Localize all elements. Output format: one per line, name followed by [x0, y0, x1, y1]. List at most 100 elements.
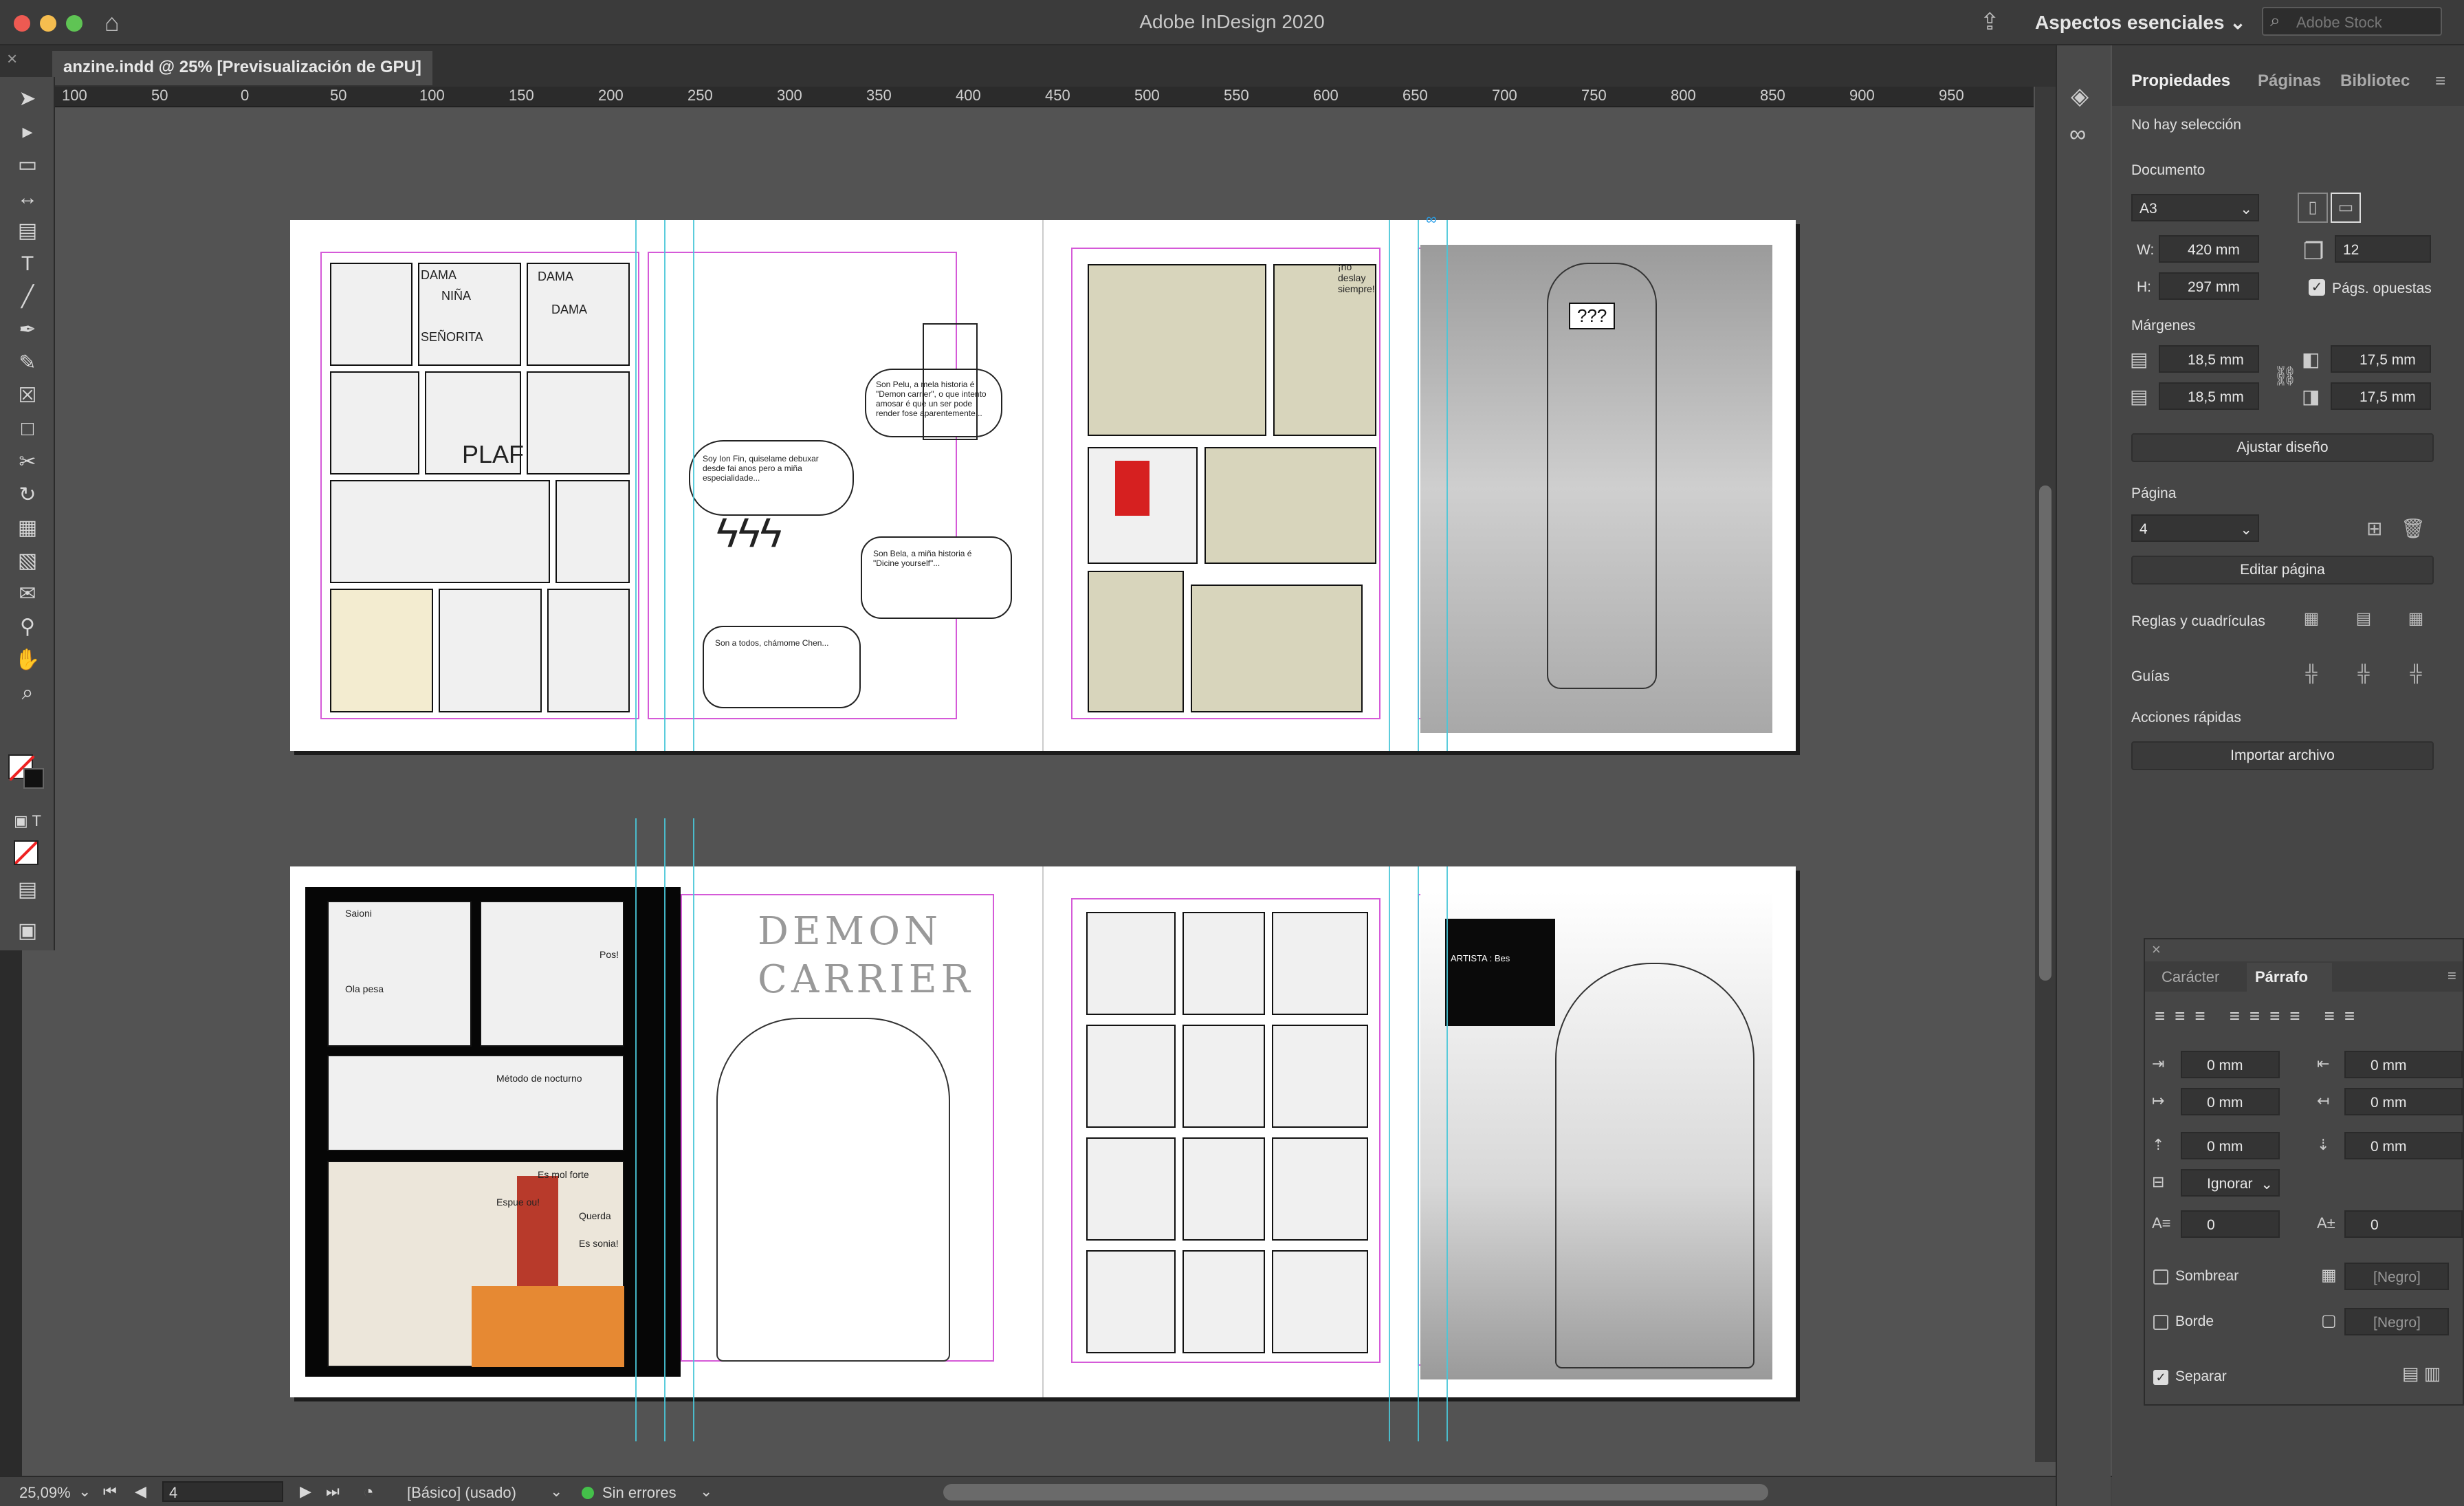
- smart-guides-icon[interactable]: ╬: [2401, 660, 2431, 690]
- document-tab[interactable]: anzine.indd @ 25% [Previsualización de G…: [52, 51, 432, 85]
- scroll-thumb[interactable]: [2039, 485, 2052, 981]
- baseline-grid-icon[interactable]: ▤: [2348, 605, 2379, 635]
- stroke-swatch-icon[interactable]: [23, 768, 44, 789]
- close-panel-icon[interactable]: ×: [2152, 941, 2161, 959]
- shading-swatch-icon[interactable]: ▦: [2321, 1265, 2337, 1285]
- scissors-tool-icon[interactable]: ✂: [7, 447, 48, 477]
- lock-guides-icon[interactable]: ╬: [2348, 660, 2379, 690]
- comic-panel[interactable]: [527, 371, 630, 474]
- line-tool-icon[interactable]: ╱: [7, 282, 48, 312]
- page-count-field[interactable]: 12: [2335, 235, 2431, 263]
- tab-bibliotecas[interactable]: Bibliotec: [2340, 72, 2410, 91]
- gradient-feather-tool-icon[interactable]: ▧: [7, 546, 48, 576]
- speech-bubble[interactable]: Son a todos, chámome Chen...: [703, 626, 861, 708]
- border-swatch-icon[interactable]: ▢: [2321, 1311, 2337, 1331]
- bottom-margin-field[interactable]: 18,5 mm: [2159, 382, 2259, 410]
- zoom-level[interactable]: 25,09%: [19, 1484, 71, 1502]
- minimize-window-button[interactable]: [40, 15, 56, 32]
- comic-panel[interactable]: [330, 480, 550, 583]
- zoom-window-button[interactable]: [66, 15, 82, 32]
- align-to-grid-select[interactable]: Ignorar ⌄: [2181, 1169, 2280, 1197]
- comic-panel[interactable]: [556, 480, 630, 583]
- pen-tool-icon[interactable]: ✒: [7, 315, 48, 345]
- span-columns-icon[interactable]: ▤ ▥: [2402, 1363, 2441, 1384]
- close-window-button[interactable]: [14, 15, 30, 32]
- panel-menu-icon[interactable]: ≡: [2448, 967, 2456, 985]
- panel-menu-icon[interactable]: ≡: [2435, 70, 2445, 91]
- tab-propiedades[interactable]: Propiedades: [2131, 72, 2230, 91]
- space-before-field[interactable]: 0 mm: [2181, 1132, 2280, 1159]
- zoom-tool-icon[interactable]: ⌕: [7, 678, 48, 708]
- comic-panel[interactable]: [1086, 1137, 1176, 1241]
- rulers-icon[interactable]: ▦: [2296, 605, 2326, 635]
- last-page-icon[interactable]: ⏭: [326, 1483, 340, 1500]
- border-color-select[interactable]: [Negro]: [2344, 1308, 2449, 1335]
- portrait-orientation-icon[interactable]: ▯: [2298, 193, 2328, 223]
- comic-panel[interactable]: [480, 901, 624, 1047]
- comic-panel[interactable]: [1272, 1250, 1368, 1353]
- home-icon[interactable]: ⌂: [104, 8, 120, 37]
- import-file-button[interactable]: Importar archivo: [2131, 741, 2434, 770]
- guide[interactable]: [664, 818, 666, 1441]
- pencil-tool-icon[interactable]: ✎: [7, 348, 48, 378]
- comic-panel[interactable]: [1088, 264, 1266, 436]
- share-icon[interactable]: ⇪: [1980, 8, 2000, 36]
- document-grid-icon[interactable]: ▦: [2401, 605, 2431, 635]
- border-checkbox[interactable]: [2153, 1315, 2168, 1330]
- last-line-indent-field[interactable]: 0 mm: [2344, 1088, 2463, 1115]
- inside-margin-field[interactable]: 17,5 mm: [2331, 345, 2431, 373]
- adjust-layout-button[interactable]: Ajustar diseño: [2131, 433, 2434, 462]
- first-page-icon[interactable]: ⏮: [103, 1483, 117, 1500]
- facing-pages-checkbox[interactable]: ✓: [2309, 279, 2325, 296]
- errors-status[interactable]: Sin errores: [602, 1484, 676, 1502]
- guide[interactable]: [1389, 220, 1390, 751]
- comic-panel[interactable]: [547, 589, 630, 712]
- apply-none-icon[interactable]: [14, 840, 38, 865]
- comic-panel[interactable]: [330, 371, 419, 474]
- page-select[interactable]: 4 ⌄: [2131, 514, 2259, 542]
- link-margins-icon[interactable]: ⛓: [2273, 364, 2298, 387]
- rotate-tool-icon[interactable]: ↻: [7, 480, 48, 510]
- sword-illustration[interactable]: [923, 323, 978, 440]
- landscape-orientation-icon[interactable]: ▭: [2331, 193, 2361, 223]
- comic-panel[interactable]: [1182, 1137, 1265, 1241]
- show-guides-icon[interactable]: ╬: [2296, 660, 2326, 690]
- guide[interactable]: [693, 220, 694, 751]
- width-field[interactable]: 420 mm: [2159, 235, 2259, 263]
- top-margin-field[interactable]: 18,5 mm: [2159, 345, 2259, 373]
- gap-tool-icon[interactable]: ↔: [7, 183, 48, 213]
- comic-panel[interactable]: [1182, 912, 1265, 1015]
- page-number-field[interactable]: 4: [162, 1481, 283, 1502]
- guide[interactable]: [1418, 866, 1419, 1441]
- layers-icon[interactable]: ◈: [2071, 83, 2089, 110]
- preview-mode-icon[interactable]: ▣: [7, 916, 48, 946]
- comic-panel[interactable]: [327, 901, 472, 1047]
- outside-margin-field[interactable]: 17,5 mm: [2331, 382, 2431, 410]
- formatting-affects-container-icon[interactable]: ▣ T: [7, 806, 48, 836]
- comic-panel[interactable]: [1204, 447, 1376, 564]
- left-indent-field[interactable]: 0 mm: [2181, 1051, 2280, 1078]
- add-page-icon[interactable]: ⊞: [2366, 517, 2382, 540]
- comic-panel[interactable]: [1191, 585, 1363, 712]
- guide[interactable]: [693, 818, 694, 1441]
- tab-paginas[interactable]: Páginas: [2258, 72, 2321, 91]
- guide[interactable]: [1389, 866, 1390, 1441]
- adobe-stock-search-input[interactable]: Adobe Stock: [2262, 7, 2442, 36]
- space-after-field[interactable]: 0 mm: [2344, 1132, 2463, 1159]
- workspace-switcher[interactable]: Aspectos esenciales ⌄: [2035, 11, 2246, 34]
- spread-1[interactable]: DAMA NIÑA SEÑORITA DAMA DAMA PLAF Son Pe…: [290, 220, 1796, 751]
- rectangle-tool-icon[interactable]: □: [7, 414, 48, 444]
- style-status[interactable]: [Básico] (usado): [407, 1484, 516, 1502]
- comic-panel[interactable]: [1086, 912, 1176, 1015]
- guide[interactable]: [635, 220, 637, 751]
- guide[interactable]: [1446, 220, 1448, 751]
- guide[interactable]: [1418, 220, 1419, 751]
- preflight-icon[interactable]: ◔: [363, 1481, 374, 1503]
- page-tool-icon[interactable]: ▭: [7, 150, 48, 180]
- delete-page-icon[interactable]: 🗑: [2401, 517, 2426, 540]
- comic-panel[interactable]: [1272, 1137, 1368, 1241]
- rectangle-frame-tool-icon[interactable]: ☒: [7, 381, 48, 411]
- height-field[interactable]: 297 mm: [2159, 272, 2259, 300]
- document-size-select[interactable]: A3 ⌄: [2131, 194, 2259, 221]
- tab-caracter[interactable]: Carácter: [2162, 968, 2219, 986]
